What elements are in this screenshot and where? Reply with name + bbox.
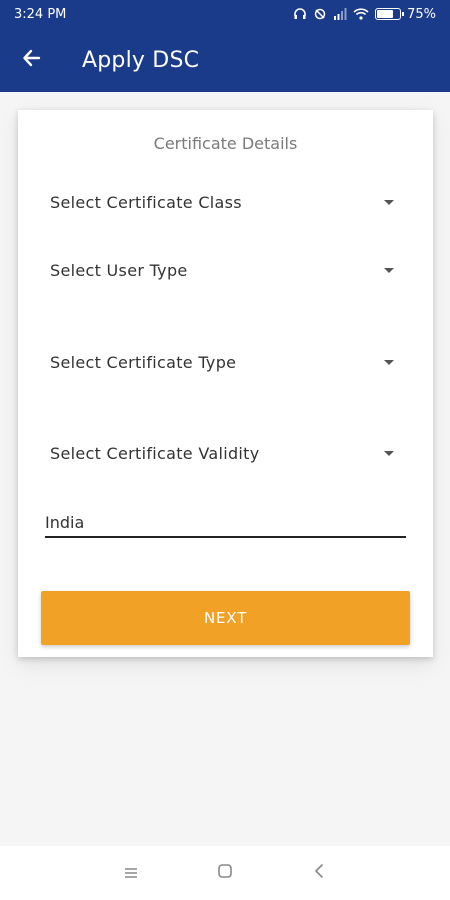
certificate-validity-select[interactable]: Select Certificate Validity xyxy=(50,433,396,473)
dropdown-arrow-icon xyxy=(384,450,394,456)
system-nav-bar xyxy=(0,846,450,900)
status-icons: 75% xyxy=(293,7,436,22)
wifi-icon xyxy=(353,8,369,20)
sync-icon xyxy=(313,7,327,21)
country-field-container xyxy=(45,508,406,538)
home-button[interactable] xyxy=(214,862,236,884)
dropdown-arrow-icon xyxy=(384,359,394,365)
page-title: Apply DSC xyxy=(82,47,200,73)
battery-percent: 75% xyxy=(407,6,436,22)
menu-button[interactable] xyxy=(120,862,142,884)
certificate-type-label: Select Certificate Type xyxy=(50,352,237,372)
user-type-label: Select User Type xyxy=(50,260,188,280)
battery-fill xyxy=(377,10,394,18)
menu-icon xyxy=(124,864,138,883)
nav-back-button[interactable] xyxy=(308,862,330,884)
back-icon xyxy=(313,863,325,883)
next-button[interactable]: NEXT xyxy=(41,591,410,645)
status-time: 3:24 PM xyxy=(14,6,67,22)
certificate-class-label: Select Certificate Class xyxy=(50,192,242,212)
battery-icon xyxy=(375,8,405,20)
arrow-left-icon xyxy=(22,48,42,72)
country-field[interactable] xyxy=(45,508,406,536)
headphones-icon xyxy=(293,7,307,21)
home-icon xyxy=(217,863,233,883)
dropdown-arrow-icon xyxy=(384,199,394,205)
user-type-select[interactable]: Select User Type xyxy=(50,250,396,290)
status-bar: 3:24 PM 75% xyxy=(0,0,450,28)
card-title: Certificate Details xyxy=(153,134,298,153)
dropdown-arrow-icon xyxy=(384,267,394,273)
back-button[interactable] xyxy=(0,28,64,92)
certificate-type-select[interactable]: Select Certificate Type xyxy=(50,342,396,382)
certificate-validity-label: Select Certificate Validity xyxy=(50,443,260,463)
certificate-details-card: Certificate Details Select Certificate C… xyxy=(18,110,433,657)
app-bar: Apply DSC xyxy=(0,28,450,92)
certificate-class-select[interactable]: Select Certificate Class xyxy=(50,182,396,222)
signal-icon xyxy=(333,8,347,20)
